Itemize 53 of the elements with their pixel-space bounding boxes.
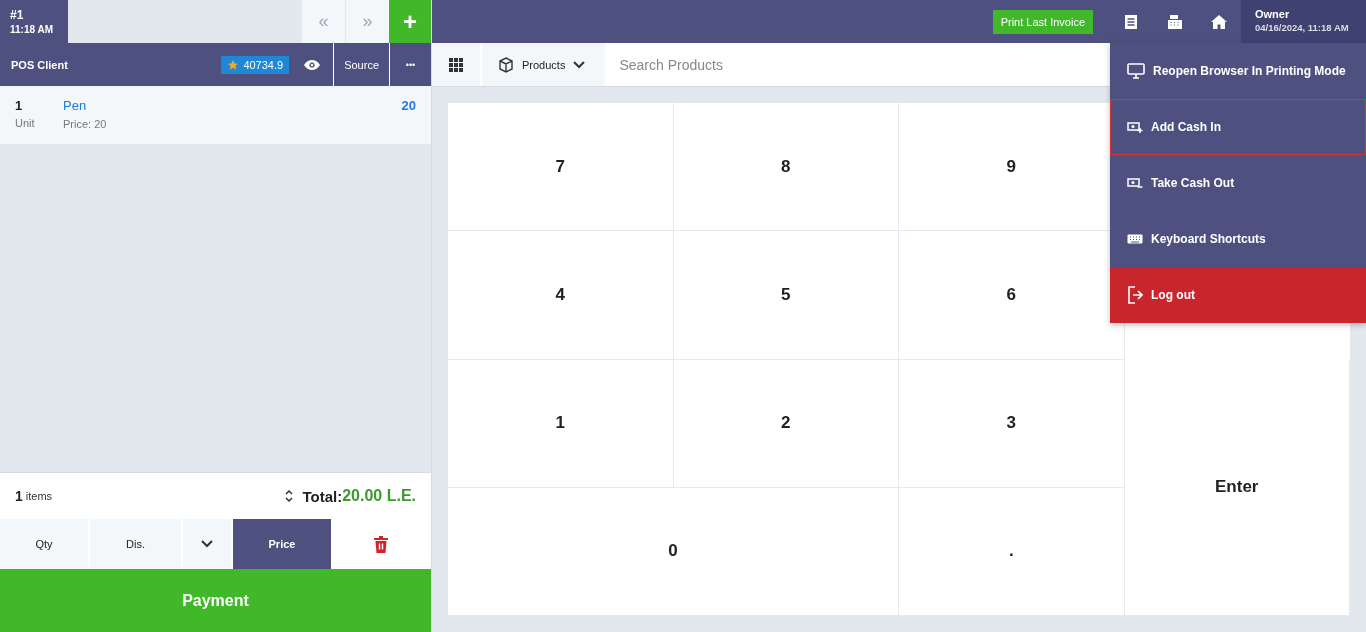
line-quantity: 1 bbox=[15, 98, 24, 113]
grid-button[interactable] bbox=[432, 43, 480, 86]
total-label: Total: bbox=[302, 487, 343, 505]
keypad-key[interactable]: 7 bbox=[448, 103, 674, 232]
keypad-key[interactable]: 3 bbox=[899, 359, 1125, 488]
menu-item[interactable]: Reopen Browser In Printing Mode bbox=[1110, 43, 1366, 99]
user-name: Owner bbox=[1255, 8, 1291, 20]
item-count-label: items bbox=[25, 490, 54, 502]
category-dropdown[interactable]: Products bbox=[482, 43, 606, 86]
grid-icon bbox=[449, 57, 463, 72]
keypad-key[interactable]: 2 bbox=[673, 359, 899, 488]
mode-button[interactable]: Qty bbox=[0, 519, 90, 569]
caret-icon bbox=[201, 540, 213, 548]
keypad-key[interactable]: 4 bbox=[448, 231, 674, 360]
mode-button[interactable]: Dis. bbox=[90, 519, 183, 569]
star-icon bbox=[227, 58, 240, 71]
keypad-key[interactable]: 1 bbox=[448, 359, 674, 488]
total-value: 20.00 L.E. bbox=[342, 487, 416, 505]
eye-icon[interactable] bbox=[303, 58, 322, 71]
ticket-number: #1 bbox=[10, 8, 25, 22]
user-panel[interactable]: Owner 04/16/2024, 11:18 AM bbox=[1241, 0, 1366, 43]
receipt-icon[interactable] bbox=[1124, 13, 1138, 30]
mode-button[interactable]: Price bbox=[233, 519, 333, 569]
keypad-key[interactable]: . bbox=[899, 487, 1125, 616]
home-icon[interactable] bbox=[1211, 14, 1227, 29]
line-unit: Unit bbox=[15, 117, 36, 129]
keypad-key[interactable]: 5 bbox=[673, 231, 899, 360]
cash-plus-icon bbox=[1127, 121, 1143, 133]
cash-register-icon[interactable] bbox=[1167, 13, 1183, 30]
cash-minus-icon bbox=[1127, 177, 1143, 189]
ticket-time: 11:18 AM bbox=[10, 24, 54, 35]
keypad-key[interactable]: 8 bbox=[673, 103, 899, 232]
logout-icon bbox=[1127, 286, 1143, 304]
client-name: POS Client bbox=[10, 58, 69, 71]
menu-item[interactable]: Log out bbox=[1110, 267, 1366, 323]
trash-icon bbox=[374, 535, 388, 553]
product-name: Pen bbox=[63, 98, 88, 113]
menu-item[interactable]: Take Cash Out bbox=[1110, 155, 1366, 211]
monitor-icon bbox=[1127, 63, 1145, 79]
box-icon bbox=[498, 56, 514, 73]
line-total: 20 bbox=[400, 98, 416, 115]
sort-icon[interactable] bbox=[284, 488, 295, 504]
keypad-key[interactable]: 0 bbox=[448, 487, 899, 616]
unit-price: Price: 20 bbox=[63, 118, 108, 130]
menu-item[interactable]: Keyboard Shortcuts bbox=[1110, 211, 1366, 267]
points-value: 40734.9 bbox=[243, 58, 284, 71]
chevron-down-icon bbox=[573, 60, 586, 69]
keyboard-icon bbox=[1127, 233, 1143, 245]
item-count: 1 bbox=[15, 488, 23, 504]
keypad-key[interactable]: Enter bbox=[1124, 359, 1350, 616]
user-datetime: 04/16/2024, 11:18 AM bbox=[1255, 22, 1350, 33]
ticket-tab[interactable]: #1 11:18 AM bbox=[0, 0, 68, 43]
menu-item[interactable]: Add Cash In bbox=[1110, 99, 1366, 155]
